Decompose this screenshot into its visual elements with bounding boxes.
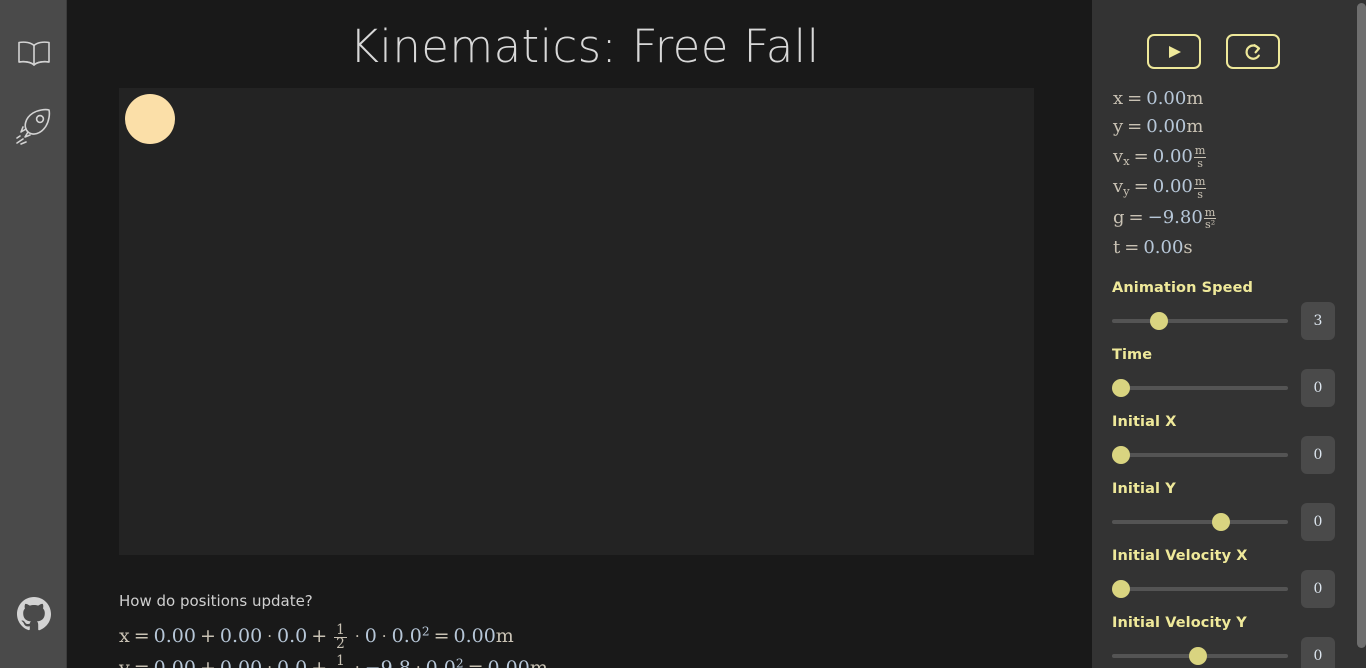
explanation-block: How do positions update? x = 0.00 +0.00 · 0.0… — [119, 592, 1049, 668]
sidebar-item-github[interactable] — [0, 592, 67, 636]
readout-v-x: vx = 0.00 m s — [1113, 144, 1207, 170]
state-readouts: x = 0.00 m y = 0.00 m vx = 0.00 m s vy = 0.00 m s g = −9.80 m… — [1110, 69, 1366, 258]
slider-track-initial-x — [1112, 452, 1288, 457]
slider-track-animation-speed — [1112, 318, 1288, 323]
slider-track-initial-velocity-x — [1112, 586, 1288, 591]
slider-row-initial-velocity-x — [1112, 568, 1366, 610]
slider-value-input-initial-velocity-x[interactable] — [1301, 569, 1335, 608]
slider-thumb-initial-x[interactable] — [1112, 445, 1130, 464]
slider-label-initial-y: Initial Y — [1112, 480, 1176, 497]
readout-g: g = −9.80 m s² — [1113, 205, 1217, 232]
slider-thumb-initial-velocity-x[interactable] — [1112, 579, 1130, 598]
app-root: Kinematics: Free Fall How do positions u… — [0, 0, 1366, 668]
slider-initial-x[interactable] — [1112, 434, 1292, 476]
slider-row-time — [1112, 367, 1366, 409]
slider-thumb-animation-speed[interactable] — [1150, 311, 1168, 330]
page-title: Kinematics: Free Fall — [349, 20, 820, 73]
reset-icon — [1242, 42, 1264, 62]
slider-time[interactable] — [1112, 367, 1292, 409]
slider-label-initial-velocity-y: Initial Velocity Y — [1112, 614, 1247, 631]
slider-thumb-time[interactable] — [1112, 378, 1130, 397]
slider-track-initial-y — [1112, 519, 1288, 524]
slider-group-initial-velocity-y: Initial Velocity Y — [1112, 615, 1366, 668]
slider-animation-speed[interactable] — [1112, 300, 1292, 342]
rocket-icon — [14, 106, 54, 146]
slider-row-animation-speed — [1112, 300, 1366, 342]
github-icon — [15, 595, 53, 633]
slider-initial-velocity-x[interactable] — [1112, 568, 1292, 610]
play-icon — [1163, 43, 1185, 61]
slider-group-initial-x: Initial X — [1112, 414, 1366, 476]
readout-v-y: vy = 0.00 m s — [1113, 175, 1207, 201]
explanation-question: How do positions update? — [119, 592, 313, 610]
main-content: Kinematics: Free Fall How do positions u… — [67, 0, 1092, 668]
slider-initial-velocity-y[interactable] — [1112, 635, 1292, 668]
simulation-canvas[interactable] — [119, 88, 1034, 555]
equation-x: x = 0.00 +0.00 · 0.0 +1 2 · 0 · 0.02 = 0.00 m — [119, 621, 514, 653]
slider-group-animation-speed: Animation Speed — [1112, 280, 1366, 342]
reset-button[interactable] — [1226, 34, 1280, 69]
slider-label-animation-speed: Animation Speed — [1112, 279, 1254, 296]
slider-label-initial-velocity-x: Initial Velocity X — [1112, 547, 1248, 564]
play-button[interactable] — [1147, 34, 1201, 69]
sidebar-item-rocket[interactable] — [0, 104, 67, 148]
slider-value-input-initial-velocity-y[interactable] — [1301, 636, 1335, 668]
slider-controls: Animation Speed Time Initial X Initial Y Ini… — [1110, 258, 1366, 668]
slider-group-time: Time — [1112, 347, 1366, 409]
slider-track-time — [1112, 385, 1288, 390]
slider-group-initial-velocity-x: Initial Velocity X — [1112, 548, 1366, 610]
sidebar-item-book[interactable] — [0, 34, 67, 74]
slider-row-initial-velocity-y — [1112, 635, 1366, 668]
slider-value-input-initial-y[interactable] — [1301, 502, 1335, 541]
panel-scrollbar-thumb[interactable] — [1357, 3, 1366, 648]
controls-panel: x = 0.00 m y = 0.00 m vx = 0.00 m s vy = 0.00 m s g = −9.80 m… — [1092, 0, 1366, 668]
playback-buttons — [1110, 0, 1366, 69]
readout-x: x = 0.00 m — [1113, 88, 1204, 109]
book-icon — [14, 38, 54, 70]
equation-y: y=0.00+0.00·0.0+12·−9.8·0.02=0.00m — [119, 652, 548, 668]
slider-value-input-animation-speed[interactable] — [1301, 301, 1335, 340]
slider-row-initial-x — [1112, 434, 1366, 476]
readout-t: t = 0.00 s — [1113, 236, 1193, 258]
slider-value-input-time[interactable] — [1301, 368, 1335, 407]
left-sidebar — [0, 0, 67, 668]
slider-thumb-initial-y[interactable] — [1212, 512, 1230, 531]
explanation-equations: x = 0.00 +0.00 · 0.0 +1 2 · 0 · 0.02 = 0.00 m y = 0.00 +0.… — [119, 623, 1049, 668]
slider-group-initial-y: Initial Y — [1112, 481, 1366, 543]
slider-label-time: Time — [1112, 346, 1153, 363]
slider-label-initial-x: Initial X — [1112, 413, 1177, 430]
slider-value-input-initial-x[interactable] — [1301, 435, 1335, 474]
slider-row-initial-y — [1112, 501, 1366, 543]
slider-thumb-initial-velocity-y[interactable] — [1189, 646, 1207, 665]
projectile-ball — [125, 94, 175, 144]
slider-initial-y[interactable] — [1112, 501, 1292, 543]
panel-scrollbar[interactable] — [1357, 0, 1366, 668]
readout-y: y = 0.00 m — [1113, 116, 1204, 138]
